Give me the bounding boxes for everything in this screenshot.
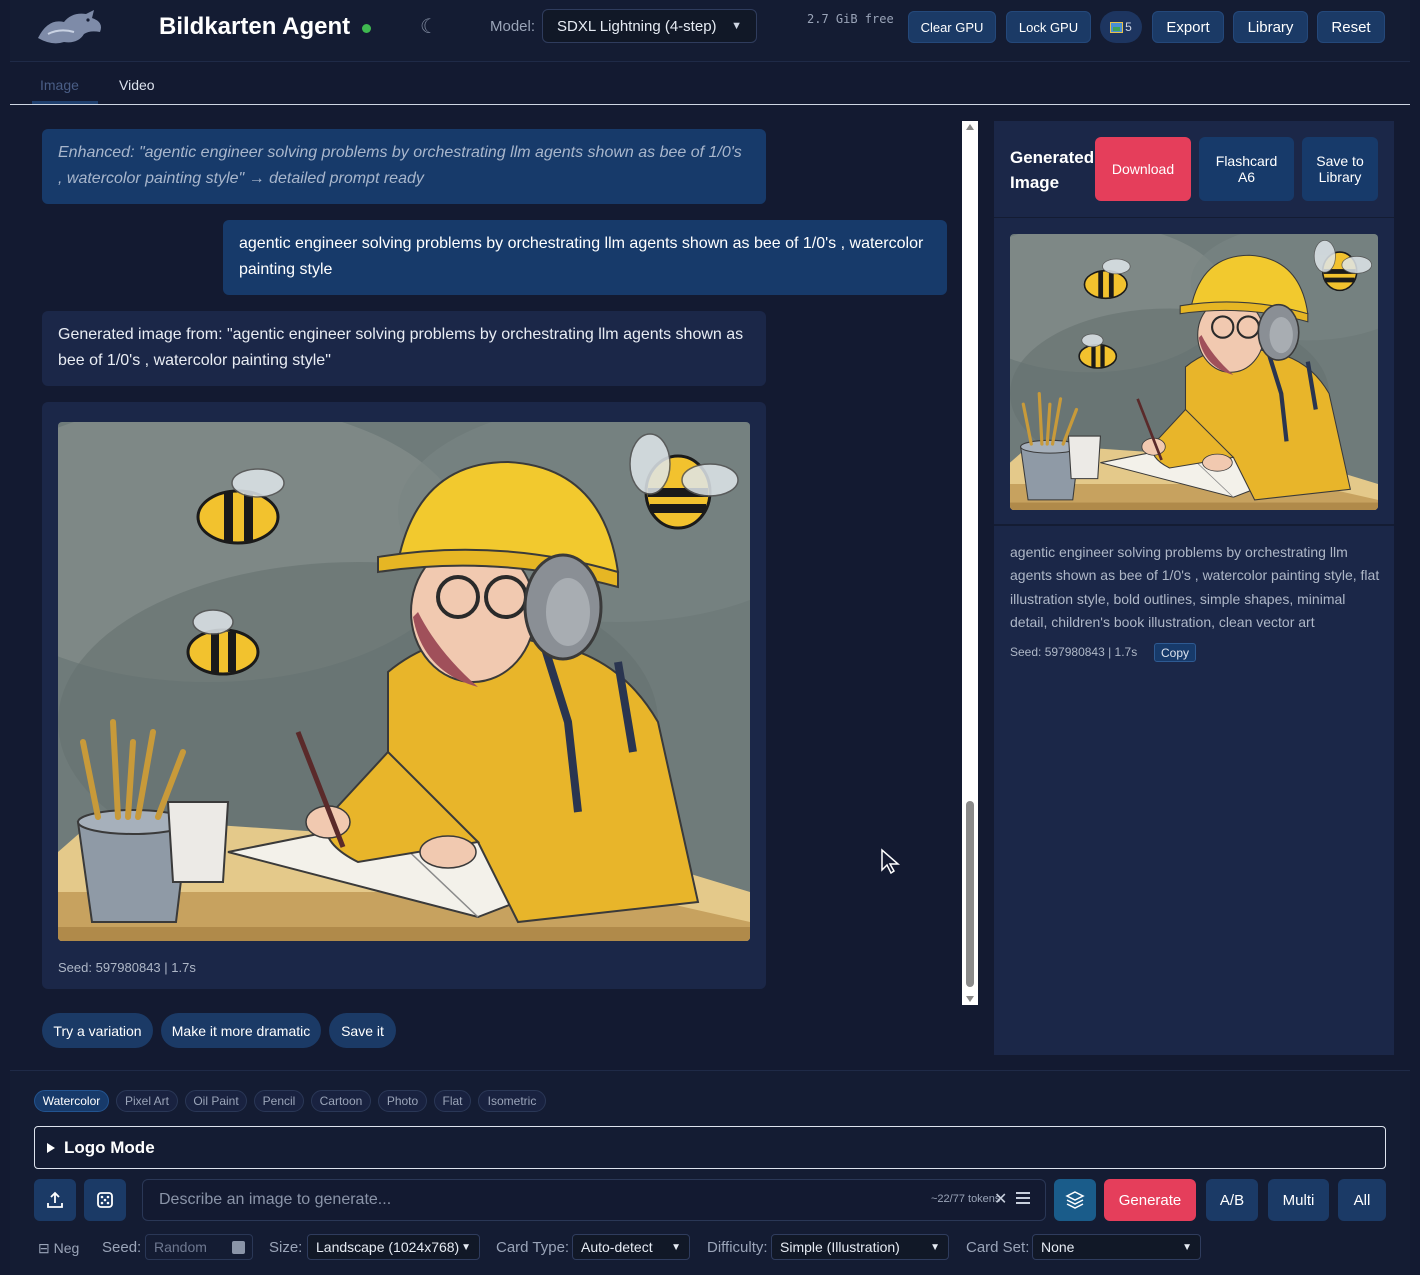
picture-icon <box>1110 21 1124 33</box>
difficulty-value: Simple (Illustration) <box>780 1239 900 1255</box>
seed-input[interactable]: Random <box>145 1234 253 1260</box>
lock-gpu-button[interactable]: Lock GPU <box>1006 11 1091 43</box>
dice-icon <box>97 1192 113 1208</box>
tab-video[interactable]: Video <box>119 77 155 93</box>
card-set-label: Card Set: <box>966 1239 1030 1256</box>
layers-button[interactable] <box>1054 1179 1096 1221</box>
upload-button[interactable] <box>34 1179 76 1221</box>
suggestion-save-it[interactable]: Save it <box>329 1013 396 1048</box>
generated-image[interactable] <box>58 422 750 941</box>
chat-scrollbar[interactable] <box>962 121 978 1005</box>
user-message: agentic engineer solving problems by orc… <box>223 220 947 295</box>
save-to-library-button[interactable]: Save to Library <box>1302 137 1378 201</box>
difficulty-select[interactable]: Simple (Illustration) ▼ <box>771 1234 949 1260</box>
suggestion-more-dramatic[interactable]: Make it more dramatic <box>161 1013 321 1048</box>
style-flat[interactable]: Flat <box>434 1090 471 1112</box>
logo-mode-toggle[interactable]: Logo Mode <box>34 1126 1386 1169</box>
model-label: Model: <box>490 18 536 35</box>
copy-button[interactable]: Copy <box>1154 643 1197 662</box>
online-status-dot <box>362 24 371 33</box>
style-pixel-art[interactable]: Pixel Art <box>116 1090 178 1112</box>
tab-image[interactable]: Image <box>40 77 79 93</box>
generation-options: ⊟ Neg Seed: Random Size: Landscape (1024… <box>10 1233 1410 1263</box>
clear-icon[interactable]: ✕ <box>994 1189 1007 1209</box>
style-isometric[interactable]: Isometric <box>478 1090 546 1112</box>
negative-prompt-toggle[interactable]: ⊟ Neg <box>38 1240 79 1257</box>
upload-icon <box>47 1191 63 1208</box>
prompt-placeholder: Describe an image to generate... <box>159 1191 392 1208</box>
generated-image-card: Seed: 597980843 | 1.7s <box>42 402 766 989</box>
random-prompt-button[interactable] <box>84 1179 126 1221</box>
card-type-select[interactable]: Auto-detect ▼ <box>572 1234 690 1260</box>
gallery-count: 5 <box>1125 20 1132 34</box>
style-photo[interactable]: Photo <box>378 1090 427 1112</box>
size-select[interactable]: Landscape (1024x768) ▼ <box>307 1234 480 1260</box>
export-button[interactable]: Export <box>1152 11 1224 43</box>
scroll-up-arrow-icon[interactable] <box>966 124 974 130</box>
style-pencil[interactable]: Pencil <box>254 1090 304 1112</box>
gallery-count-button[interactable]: 5 <box>1100 11 1142 43</box>
assistant-message: Generated image from: "agentic engineer … <box>42 311 766 386</box>
mouse-cursor-icon <box>881 848 900 874</box>
mode-tabs: Image Video <box>10 62 1410 105</box>
card-set-value: None <box>1041 1239 1075 1255</box>
chevron-down-icon: ▼ <box>930 1241 940 1253</box>
card-type-label: Card Type: <box>496 1239 570 1256</box>
reset-button[interactable]: Reset <box>1317 11 1385 43</box>
seed-placeholder: Random <box>154 1239 207 1255</box>
menu-icon[interactable] <box>1016 1192 1030 1204</box>
prompt-input[interactable]: Describe an image to generate... ~22/77 … <box>142 1179 1046 1221</box>
chevron-down-icon: ▼ <box>1182 1241 1192 1253</box>
expand-triangle-icon <box>47 1142 55 1153</box>
suggestion-try-variation[interactable]: Try a variation <box>42 1013 153 1048</box>
library-button[interactable]: Library <box>1233 11 1308 43</box>
generated-image-panel: Generated Image Download Flashcard A6 Sa… <box>994 121 1394 1055</box>
card-set-select[interactable]: None ▼ <box>1032 1234 1201 1260</box>
moon-icon[interactable]: ☾ <box>420 14 438 39</box>
logo-mode-label: Logo Mode <box>64 1137 155 1157</box>
preview-seed-info: Seed: 597980843 | 1.7s <box>1010 645 1138 659</box>
model-select-value: SDXL Lightning (4-step) <box>557 17 717 35</box>
multi-button[interactable]: Multi <box>1268 1179 1329 1221</box>
chevron-down-icon: ▼ <box>671 1241 681 1253</box>
difficulty-label: Difficulty: <box>707 1239 768 1256</box>
chevron-down-icon: ▼ <box>731 20 742 32</box>
style-watercolor[interactable]: Watercolor <box>34 1090 109 1112</box>
stepper-icon[interactable] <box>232 1241 245 1254</box>
layers-icon <box>1065 1191 1085 1209</box>
divider <box>994 524 1394 526</box>
model-select[interactable]: SDXL Lightning (4-step) ▼ <box>542 9 757 43</box>
style-cartoon[interactable]: Cartoon <box>311 1090 371 1112</box>
ab-compare-button[interactable]: A/B <box>1206 1179 1258 1221</box>
dragon-logo-icon <box>38 10 101 44</box>
gpu-memory-free: 2.7 GiB free <box>807 12 894 26</box>
chat-log[interactable]: Enhanced: "agentic engineer solving prob… <box>10 105 965 1005</box>
size-label: Size: <box>269 1239 303 1256</box>
token-counter: ~22/77 tokens <box>931 1193 1001 1205</box>
app-title: Bildkarten Agent <box>159 13 351 40</box>
scroll-down-arrow-icon[interactable] <box>966 996 974 1002</box>
panel-title: Generated Image <box>1010 148 1095 192</box>
active-tab-indicator <box>32 101 98 104</box>
app-header: Bildkarten Agent ☾ Model: SDXL Lightning… <box>10 0 1410 62</box>
all-button[interactable]: All <box>1338 1179 1386 1221</box>
download-button[interactable]: Download <box>1095 137 1191 201</box>
panel-header: Generated Image Download Flashcard A6 Sa… <box>994 121 1394 218</box>
generated-image-preview[interactable] <box>1010 234 1378 510</box>
flashcard-a6-button[interactable]: Flashcard A6 <box>1199 137 1294 201</box>
generate-button[interactable]: Generate <box>1104 1179 1196 1221</box>
card-type-value: Auto-detect <box>581 1239 653 1255</box>
image-seed-info: Seed: 597980843 | 1.7s <box>58 960 196 975</box>
enhanced-prompt-message: Enhanced: "agentic engineer solving prob… <box>42 129 766 204</box>
style-oil-paint[interactable]: Oil Paint <box>185 1090 247 1112</box>
size-value: Landscape (1024x768) <box>316 1239 460 1255</box>
composer-panel: Watercolor Pixel Art Oil Paint Pencil Ca… <box>10 1070 1410 1275</box>
clear-gpu-button[interactable]: Clear GPU <box>908 11 996 43</box>
seed-label: Seed: <box>102 1239 142 1256</box>
scrollbar-thumb[interactable] <box>966 801 974 987</box>
chevron-down-icon: ▼ <box>461 1241 471 1253</box>
full-prompt-text: agentic engineer solving problems by orc… <box>1010 544 1380 630</box>
